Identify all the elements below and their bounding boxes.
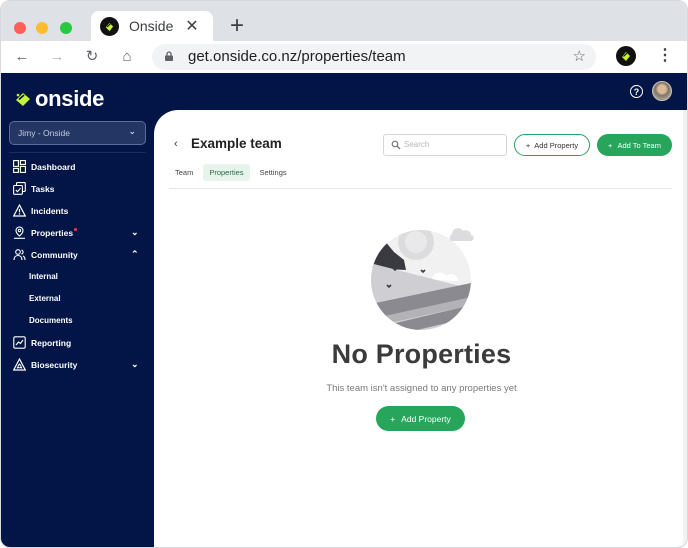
home-icon[interactable]: ⌂ (118, 48, 136, 66)
plus-icon: + (608, 140, 613, 150)
tab-team[interactable]: Team (169, 164, 199, 181)
back-arrow-icon[interactable]: ← (13, 48, 31, 66)
reload-icon[interactable]: ↻ (83, 48, 101, 66)
sidebar-item-label: Internal (29, 272, 58, 281)
notification-dot (74, 228, 78, 231)
dashboard-icon (13, 160, 26, 173)
location-pin-icon (14, 226, 25, 239)
sidebar-item-dashboard[interactable]: Dashboard (1, 156, 153, 178)
browser-menu-icon[interactable]: ⋮ (657, 45, 673, 67)
sidebar-item-label: Incidents (31, 206, 69, 216)
lock-icon (165, 51, 173, 61)
chevron-up-icon[interactable]: ⌃ (131, 249, 139, 260)
url-text: get.onside.co.nz/properties/team (188, 48, 406, 65)
tabs-divider (169, 188, 672, 189)
sidebar-item-label: Reporting (31, 338, 72, 348)
sidebar-item-biosecurity[interactable]: Biosecurity ⌄ (1, 354, 153, 376)
sidebar-item-label: Biosecurity (31, 360, 78, 370)
tab-title: Onside (129, 18, 174, 34)
sidebar-item-label: Documents (29, 316, 73, 325)
tab-settings[interactable]: Settings (254, 164, 293, 181)
close-tab-icon[interactable]: ✕ (183, 16, 201, 36)
chevron-down-icon[interactable]: ⌄ (131, 359, 139, 370)
search-icon (391, 140, 401, 150)
address-bar[interactable]: get.onside.co.nz/properties/team ☆ (152, 44, 596, 70)
onside-extension-icon[interactable] (616, 46, 636, 66)
browser-window: Onside ✕ + ← → ↻ ⌂ get.onside.co.nz/prop… (0, 0, 688, 548)
plus-icon: + (390, 413, 396, 424)
people-icon (13, 249, 26, 261)
sidebar-item-label: Dashboard (31, 162, 76, 172)
sidebar-nav: Dashboard Tasks Incidents Properties ⌄ C… (1, 156, 153, 376)
organization-select[interactable]: Jimy - Onside ⌄ (9, 121, 146, 145)
sidebar-item-documents[interactable]: Documents (1, 310, 153, 332)
bookmark-star-icon[interactable]: ☆ (573, 47, 586, 65)
tab-strip: Onside ✕ + (1, 1, 687, 43)
sidebar-item-external[interactable]: External (1, 288, 153, 310)
add-property-label: Add Property (534, 140, 579, 150)
search-placeholder: Search (404, 140, 430, 149)
chevron-down-icon: ⌄ (128, 126, 136, 136)
sidebar-item-label: Community (31, 250, 78, 260)
sidebar-item-community[interactable]: Community ⌃ (1, 244, 153, 266)
onside-favicon-icon (100, 17, 119, 36)
empty-landscape-illustration (371, 228, 474, 330)
add-property-button[interactable]: + Add Property (514, 134, 590, 156)
warning-icon (13, 204, 26, 217)
tasks-icon (13, 182, 26, 195)
scrollbar-track[interactable] (683, 110, 687, 547)
organization-name: Jimy - Onside (18, 128, 70, 138)
page-title: Example team (191, 136, 282, 151)
biohazard-icon (13, 358, 26, 371)
tab-properties[interactable]: Properties (203, 164, 250, 181)
app-shell: onside ? Jimy - Onside ⌄ Dashboard Tasks… (1, 73, 687, 547)
maximize-window-button[interactable] (60, 22, 72, 34)
back-chevron-icon[interactable]: ‹ (174, 138, 178, 150)
team-tabs: Team Properties Settings (169, 164, 293, 181)
sidebar-item-label: Tasks (31, 184, 55, 194)
empty-state-title: No Properties (331, 339, 512, 369)
browser-toolbar: ← → ↻ ⌂ get.onside.co.nz/properties/team… (1, 41, 687, 73)
properties-label: Properties (31, 228, 74, 238)
user-avatar[interactable] (652, 81, 672, 101)
chevron-down-icon[interactable]: ⌄ (131, 227, 139, 238)
sidebar-item-reporting[interactable]: Reporting (1, 332, 153, 354)
onside-logo[interactable]: onside (15, 86, 104, 112)
onside-logo-icon (16, 93, 30, 106)
sidebar-divider (9, 152, 146, 153)
sidebar-item-label: External (29, 294, 61, 303)
add-to-team-label: Add To Team (617, 140, 661, 150)
sidebar-item-tasks[interactable]: Tasks (1, 178, 153, 200)
add-property-label: Add Property (401, 413, 451, 424)
help-icon[interactable]: ? (630, 85, 643, 98)
minimize-window-button[interactable] (36, 22, 48, 34)
empty-state-add-property-button[interactable]: + Add Property (376, 406, 465, 431)
close-window-button[interactable] (14, 22, 26, 34)
sidebar-item-properties[interactable]: Properties ⌄ (1, 222, 153, 244)
add-to-team-button[interactable]: + Add To Team (597, 134, 672, 156)
empty-state-subtitle: This team isn't assigned to any properti… (326, 383, 517, 394)
sidebar-item-label: Properties (31, 228, 78, 238)
forward-arrow-icon[interactable]: → (48, 48, 66, 66)
browser-tab[interactable]: Onside ✕ (91, 11, 213, 43)
sidebar-item-internal[interactable]: Internal (1, 266, 153, 288)
main-content: ‹ Example team Search + Add Property + A… (154, 110, 687, 547)
plus-icon: + (525, 140, 531, 150)
sidebar-item-incidents[interactable]: Incidents (1, 200, 153, 222)
chart-icon (13, 336, 26, 349)
brand-name: onside (35, 86, 105, 111)
new-tab-button[interactable]: + (230, 12, 244, 40)
search-input[interactable]: Search (383, 134, 507, 156)
